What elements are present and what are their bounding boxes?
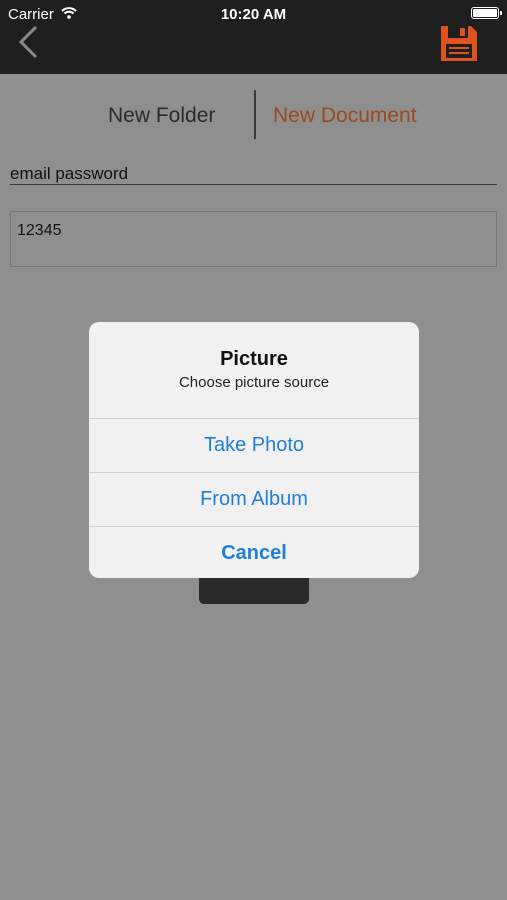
- back-chevron-icon[interactable]: [16, 25, 40, 59]
- alert-title: Picture: [220, 348, 288, 370]
- cancel-button[interactable]: Cancel: [89, 527, 419, 578]
- tab-new-folder[interactable]: New Folder: [108, 104, 215, 128]
- alert-message: Choose picture source: [178, 374, 330, 391]
- tab-new-document[interactable]: New Document: [273, 104, 417, 128]
- segmented-control: New Folder New Document: [0, 90, 507, 140]
- navigation-bar: Carrier 10:20 AM: [0, 0, 507, 74]
- battery-icon: [471, 7, 502, 19]
- picture-source-alert: Picture Choose picture source Take Photo…: [89, 322, 419, 578]
- document-title-field[interactable]: email password: [10, 164, 497, 185]
- take-photo-button[interactable]: Take Photo: [89, 419, 419, 472]
- document-body-textarea[interactable]: 12345: [10, 211, 497, 267]
- status-bar: Carrier 10:20 AM: [0, 4, 507, 24]
- from-album-button[interactable]: From Album: [89, 473, 419, 526]
- status-time: 10:20 AM: [220, 6, 287, 23]
- alert-header: Picture Choose picture source: [89, 322, 419, 418]
- save-floppy-icon[interactable]: [440, 25, 478, 62]
- segment-divider: [254, 90, 256, 139]
